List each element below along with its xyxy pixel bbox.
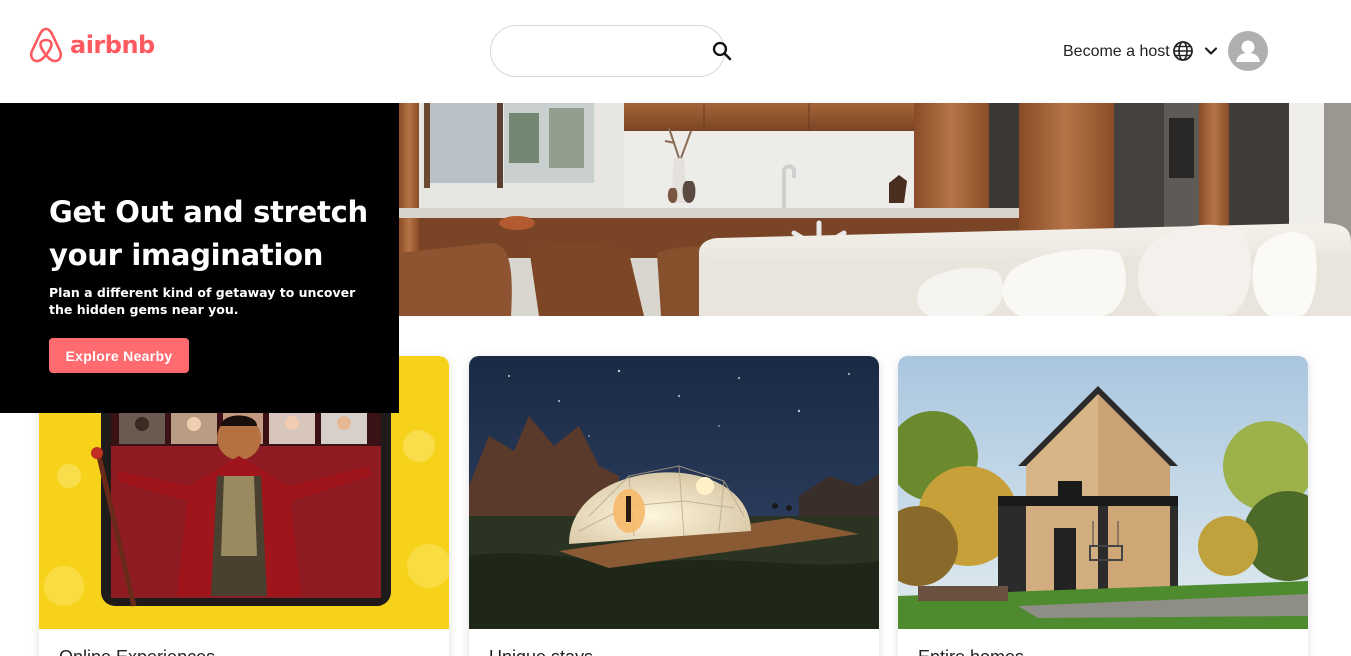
card-title: Online Experiences [59,647,215,656]
brand-name: airbnb [70,31,155,59]
user-icon [1236,40,1260,62]
search-icon [712,41,732,61]
become-a-host-link[interactable]: Become a host [1063,43,1170,61]
hero-subtitle: Plan a different kind of getaway to unco… [49,285,356,317]
search-input[interactable] [491,26,712,76]
hero-image [399,103,1351,316]
search-bar [490,25,732,77]
search-button[interactable] [712,28,732,74]
hero-title: Get Out and stretch your imagination [49,195,368,272]
globe-icon[interactable] [1172,40,1194,62]
chevron-down-icon[interactable] [1204,44,1218,58]
card-unique-stays[interactable]: Unique stays [469,356,879,656]
card-entire-homes[interactable]: Entire homes [898,356,1308,656]
user-avatar-button[interactable] [1228,31,1268,71]
unique-stays-image [469,356,879,629]
card-title: Entire homes [918,647,1024,656]
airbnb-logo-link[interactable]: airbnb [28,26,155,64]
card-title: Unique stays [489,647,593,656]
explore-nearby-button[interactable]: Explore Nearby [49,338,189,373]
hero-panel: Get Out and stretch your imagination Pla… [0,103,399,413]
entire-homes-image [898,356,1308,629]
top-header: airbnb Become a host [0,0,1351,103]
airbnb-logo-icon [29,27,63,63]
